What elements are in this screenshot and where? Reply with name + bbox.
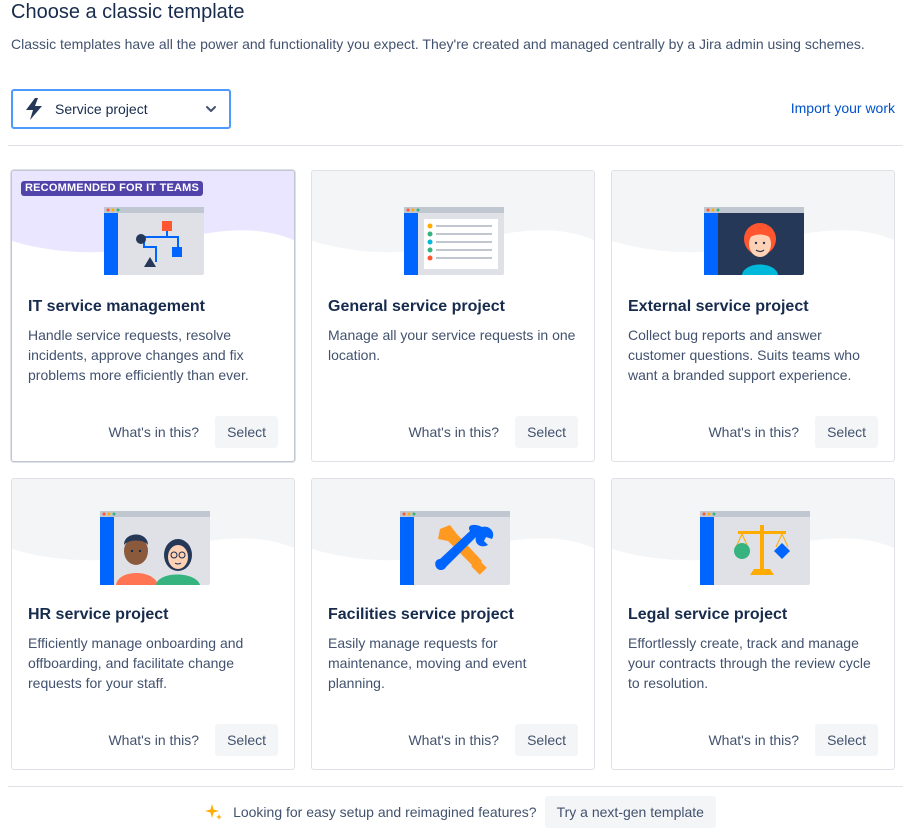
scales-of-justice-illustration: [700, 511, 810, 590]
whats-in-this-link[interactable]: What's in this?: [708, 732, 799, 748]
template-card-it-service-management[interactable]: RECOMMENDED FOR IT TEAMS IT service mana…: [11, 170, 295, 462]
card-description: Handle service requests, resolve inciden…: [28, 327, 249, 383]
template-card-legal-service-project[interactable]: Legal service project Effortlessly creat…: [611, 478, 895, 770]
template-card-facilities-service-project[interactable]: Facilities service project Easily manage…: [311, 478, 595, 770]
card-description: Manage all your service requests in one …: [328, 327, 576, 363]
recommended-badge: RECOMMENDED FOR IT TEAMS: [21, 181, 204, 196]
chevron-down-icon: [203, 101, 219, 117]
card-actions: What's in this? Select: [708, 724, 878, 756]
footer-divider: [8, 786, 903, 787]
service-project-bolt-icon: [23, 98, 45, 120]
hr-people-illustration: [100, 511, 210, 590]
header-divider: [8, 145, 903, 146]
page-title: Choose a classic template: [11, 1, 245, 23]
select-button[interactable]: Select: [515, 724, 578, 756]
card-title: HR service project: [28, 606, 169, 623]
card-actions: What's in this? Select: [108, 724, 278, 756]
sparkle-icon: [203, 801, 225, 823]
card-description: Collect bug reports and answer customer …: [628, 327, 860, 383]
card-title: Legal service project: [628, 606, 788, 623]
try-next-gen-template-button[interactable]: Try a next-gen template: [544, 796, 716, 828]
select-button[interactable]: Select: [215, 724, 278, 756]
template-card-general-service-project[interactable]: General service project Manage all your …: [311, 170, 595, 462]
card-description: Effortlessly create, track and manage yo…: [628, 635, 871, 691]
select-button[interactable]: Select: [515, 416, 578, 448]
card-actions: What's in this? Select: [708, 416, 878, 448]
card-actions: What's in this? Select: [408, 416, 578, 448]
card-title: IT service management: [28, 298, 205, 315]
whats-in-this-link[interactable]: What's in this?: [408, 732, 499, 748]
whats-in-this-link[interactable]: What's in this?: [708, 424, 799, 440]
page-description: Classic templates have all the power and…: [11, 36, 865, 52]
select-button[interactable]: Select: [215, 416, 278, 448]
card-title: Facilities service project: [328, 606, 514, 623]
select-button[interactable]: Select: [815, 724, 878, 756]
it-workflow-illustration: [104, 207, 204, 280]
card-title: General service project: [328, 298, 505, 315]
whats-in-this-link[interactable]: What's in this?: [108, 424, 199, 440]
import-your-work-link[interactable]: Import your work: [791, 100, 895, 116]
card-actions: What's in this? Select: [408, 724, 578, 756]
project-type-select[interactable]: Service project: [11, 89, 231, 129]
whats-in-this-link[interactable]: What's in this?: [108, 732, 199, 748]
footer-text: Looking for easy setup and reimagined fe…: [233, 804, 537, 820]
card-actions: What's in this? Select: [108, 416, 278, 448]
request-list-illustration: [404, 207, 504, 280]
tools-illustration: [400, 511, 510, 590]
select-button[interactable]: Select: [815, 416, 878, 448]
next-gen-footer: Looking for easy setup and reimagined fe…: [0, 796, 919, 828]
card-title: External service project: [628, 298, 809, 315]
whats-in-this-link[interactable]: What's in this?: [408, 424, 499, 440]
card-description: Easily manage requests for maintenance, …: [328, 635, 527, 691]
support-agent-illustration: [704, 207, 804, 280]
card-description: Efficiently manage onboarding and offboa…: [28, 635, 244, 691]
template-card-external-service-project[interactable]: External service project Collect bug rep…: [611, 170, 895, 462]
template-grid: RECOMMENDED FOR IT TEAMS IT service mana…: [11, 170, 895, 770]
project-type-selected-value: Service project: [55, 101, 148, 117]
template-card-hr-service-project[interactable]: HR service project Efficiently manage on…: [11, 478, 295, 770]
